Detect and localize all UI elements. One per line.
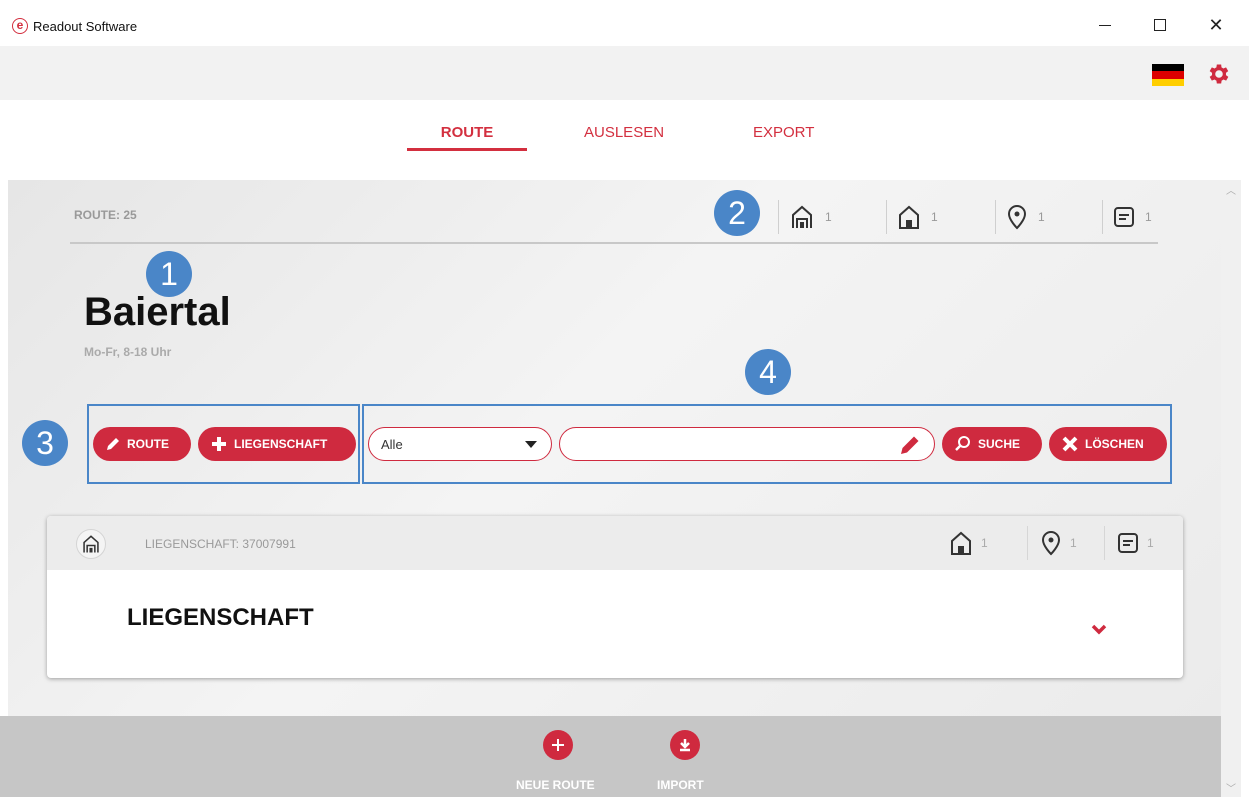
route-city-title: Baiertal — [84, 290, 231, 334]
search-button[interactable]: SUCHE — [942, 427, 1042, 461]
vertical-scrollbar[interactable] — [1221, 180, 1241, 797]
minimize-icon — [1099, 24, 1111, 26]
close-icon: ✕ — [1208, 14, 1224, 35]
scroll-down-icon[interactable]: ﹀ — [1226, 780, 1236, 795]
scroll-up-icon[interactable]: ︿ — [1226, 182, 1236, 197]
route-stat-locations: 1 — [995, 200, 1045, 234]
import-button[interactable] — [670, 730, 700, 760]
house-icon — [951, 531, 971, 555]
tab-route[interactable]: ROUTE — [407, 124, 527, 151]
property-stat-houses: 1 — [949, 526, 988, 560]
chevron-down-icon[interactable] — [1091, 624, 1107, 636]
location-pin-icon — [1041, 530, 1061, 556]
add-property-button[interactable]: LIEGENSCHAFT — [198, 427, 356, 461]
flag-stripe-red — [1152, 71, 1184, 79]
caret-down-icon — [525, 441, 537, 448]
route-stat-houses: 1 — [886, 200, 938, 234]
app-header-bar — [0, 46, 1249, 100]
edit-route-label: ROUTE — [127, 437, 169, 451]
close-icon — [1062, 436, 1078, 452]
route-stat-count: 1 — [825, 210, 832, 224]
close-window-button[interactable]: ✕ — [1193, 10, 1239, 40]
maximize-button[interactable] — [1137, 10, 1183, 40]
pencil-icon[interactable] — [898, 433, 922, 457]
route-stat-count: 1 — [931, 210, 938, 224]
property-stat-count: 1 — [1070, 536, 1077, 550]
route-stat-notes: 1 — [1102, 200, 1152, 234]
note-icon — [1114, 207, 1134, 227]
search-button-label: SUCHE — [978, 437, 1021, 451]
flag-stripe-gold — [1152, 78, 1184, 86]
note-icon — [1118, 533, 1138, 553]
edit-route-button[interactable]: ROUTE — [93, 427, 191, 461]
location-pin-icon — [1007, 204, 1027, 230]
route-stat-count: 1 — [1145, 210, 1152, 224]
new-route-button[interactable] — [543, 730, 573, 760]
house-icon — [899, 205, 919, 229]
search-input[interactable] — [559, 427, 935, 461]
plus-icon — [212, 437, 226, 451]
tab-auslesen[interactable]: AUSLESEN — [584, 124, 664, 152]
import-label[interactable]: IMPORT — [657, 778, 704, 792]
property-card-header: LIEGENSCHAFT: 37007991 1 1 1 — [47, 516, 1183, 570]
pencil-icon — [107, 438, 119, 450]
plus-icon — [552, 739, 564, 751]
property-house-icon — [792, 205, 812, 228]
add-property-label: LIEGENSCHAFT — [234, 437, 328, 451]
property-stat-notes: 1 — [1104, 526, 1154, 560]
flag-stripe-black — [1152, 64, 1184, 72]
language-flag-de-icon[interactable] — [1152, 64, 1184, 86]
clear-button[interactable]: LÖSCHEN — [1049, 427, 1167, 461]
property-avatar — [76, 529, 106, 559]
search-icon — [955, 436, 970, 451]
property-stat-locations: 1 — [1027, 526, 1077, 560]
new-route-label[interactable]: NEUE ROUTE — [516, 778, 595, 792]
callout-marker-3: 3 — [22, 420, 68, 466]
footer-action-bar — [0, 716, 1221, 797]
route-number-label: ROUTE: 25 — [74, 208, 137, 222]
property-stat-count: 1 — [981, 536, 988, 550]
app-logo-icon: e — [12, 18, 28, 34]
filter-select[interactable]: Alle — [368, 427, 552, 461]
window-title: Readout Software — [33, 19, 138, 34]
callout-marker-2: 2 — [714, 190, 760, 236]
property-stat-count: 1 — [1147, 536, 1154, 550]
route-stat-properties: 1 — [778, 200, 832, 234]
filter-select-value: Alle — [381, 436, 403, 452]
callout-marker-1: 1 — [146, 251, 192, 297]
download-icon — [680, 739, 690, 752]
clear-button-label: LÖSCHEN — [1085, 437, 1144, 451]
callout-marker-4: 4 — [745, 349, 791, 395]
gear-icon[interactable] — [1206, 61, 1232, 87]
minimize-button[interactable] — [1082, 10, 1128, 40]
maximize-icon — [1154, 19, 1166, 31]
route-stat-count: 1 — [1038, 210, 1045, 224]
property-id-label: LIEGENSCHAFT: 37007991 — [145, 537, 296, 551]
property-card-title: LIEGENSCHAFT — [127, 604, 314, 631]
route-opening-hours: Mo-Fr, 8-18 Uhr — [84, 345, 172, 359]
tab-export[interactable]: EXPORT — [753, 124, 814, 152]
property-house-icon — [83, 535, 99, 553]
property-card[interactable]: LIEGENSCHAFT: 37007991 1 1 1 LIEGENSCHAF… — [47, 516, 1183, 678]
route-header-divider — [70, 242, 1158, 244]
